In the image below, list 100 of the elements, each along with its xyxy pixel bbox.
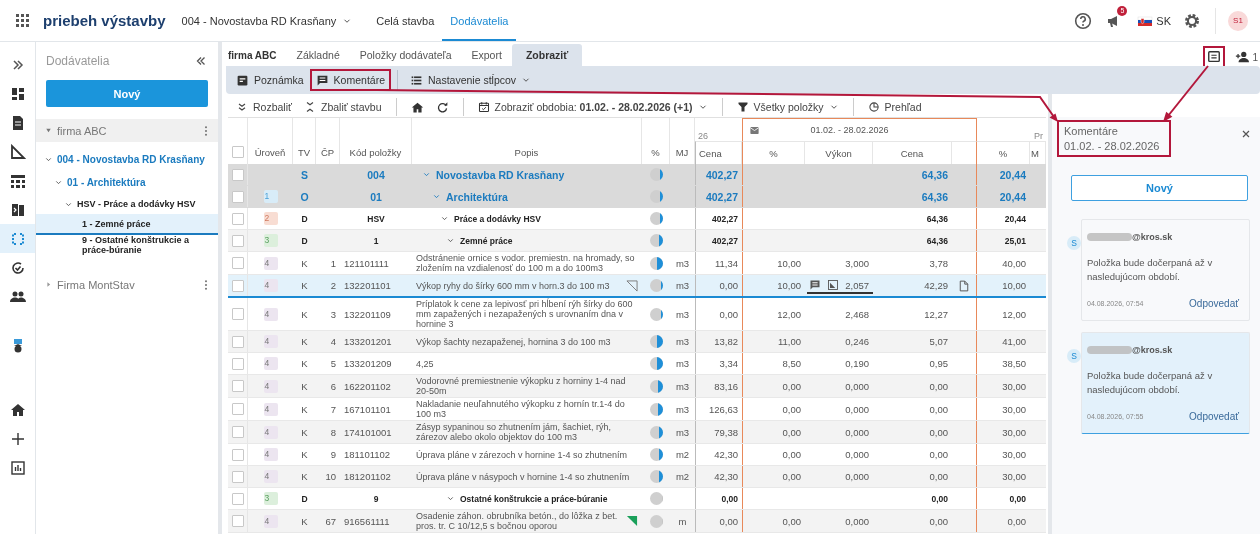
home-icon — [9, 401, 26, 418]
row-checkbox[interactable] — [231, 335, 244, 348]
tab[interactable]: Zobraziť — [511, 44, 583, 66]
tree-item[interactable]: 004 - Novostavba RD Krasňany — [36, 148, 218, 171]
ribbon-button[interactable]: Komentáre — [309, 69, 391, 91]
table-cell: 8,50 — [742, 353, 805, 374]
table-row[interactable]: 4 K 1 121101111 Odstránenie ornice s vodor. premiestn. na hromady, so zložením na vzdialenosť do 100 m a do 100m3 m3 11,34 10,00 3,000 3,78 40,00 — [228, 252, 1046, 275]
new-comment-button[interactable]: Nový — [1071, 175, 1248, 201]
row-checkbox[interactable] — [231, 380, 244, 392]
table-row[interactable]: 4 K 4 133201201 Výkop šachty nezapaženej, hornina 3 do 100 m3 m3 13,82 11,00 0,246 5,07 41,00 — [228, 331, 1046, 353]
table-cell-text: 67 — [324, 514, 337, 529]
table-row[interactable]: 3 D 9 Ostatné konštrukcie a práce-búranie 0,00 0,00 0,00 — [228, 488, 1046, 510]
supplier-name: firma ABC — [228, 49, 277, 61]
row-checkbox[interactable] — [231, 168, 244, 181]
table-row[interactable]: 4 K 3 132201109 Príplatok k cene za lepivosť pri hĺbení rýh šírky do 600 mm zapažených i nezapažených s urovnaním dna v hornine 3 m3 0,00 12,00 2,468 12,27 12,00 — [228, 298, 1046, 331]
tab[interactable]: Export — [461, 44, 512, 66]
table-cell-text: 3,78 — [928, 256, 949, 271]
table-row[interactable]: 4 K 67 916561111 Osadenie záhon. obrubníka betón., do lôžka z bet. pros. tr. C 10/12,5 s bočnou oporou m 0,00 0,00 0,000 0,00 0,00 — [228, 510, 1046, 533]
tree-item[interactable]: 1 - Zemné práce — [36, 214, 218, 235]
collapse-button[interactable]: Zbaliť stavbu — [299, 101, 386, 113]
row-checkbox[interactable] — [231, 357, 244, 370]
table-cell: 0,00 — [742, 444, 805, 465]
tree-item[interactable]: Firma MontStav — [36, 273, 218, 296]
expand-button[interactable]: Rozbaliť — [232, 101, 296, 113]
caret-right-icon — [44, 280, 53, 289]
project-selector[interactable]: 004 - Novostavba RD Krasňany — [181, 14, 353, 27]
tree-item[interactable]: firma ABC — [36, 119, 218, 142]
tree-item[interactable]: HSV - Práce a dodávky HSV — [36, 194, 218, 214]
table-cell-text: 121101111 — [343, 256, 390, 271]
table-row[interactable]: 4 K 5 133201209 4,25 m3 3,34 8,50 0,190 0,95 38,50 — [228, 353, 1046, 375]
nav-tab[interactable]: Celá stavba — [368, 0, 443, 41]
home-icon[interactable] — [410, 100, 424, 114]
select-all-checkbox[interactable] — [231, 146, 244, 158]
mail-icon — [749, 124, 760, 136]
row-checkbox[interactable] — [231, 279, 244, 292]
row-group-toggle[interactable]: Zemné práce — [416, 235, 638, 246]
ribbon-button[interactable]: Nastavenie stĺpcov — [404, 69, 538, 91]
collapse-icon[interactable] — [194, 54, 208, 68]
comment-icon[interactable] — [809, 279, 822, 291]
close-icon[interactable] — [1240, 128, 1252, 140]
tree-item[interactable]: 01 - Architektúra — [36, 171, 218, 194]
document-icon[interactable] — [958, 279, 970, 292]
tab[interactable]: Základné — [286, 44, 350, 66]
table-row[interactable]: 4 K 10 181201102 Úprava pláne v násypoch v hornine 1-4 so zhutnením m2 42,30 0,00 0,000 0,00 30,00 — [228, 466, 1046, 488]
nav-tab[interactable]: Dodávatelia — [442, 0, 517, 41]
row-checkbox[interactable] — [231, 403, 244, 415]
table-row[interactable]: 4 K 9 181101102 Úprava pláne v zárezoch v hornine 1-4 so zhutnením m2 42,30 0,00 0,000 0,00 30,00 — [228, 444, 1046, 466]
row-checkbox[interactable] — [231, 448, 244, 461]
table-row[interactable]: 3 D 1 Zemné práce 402,27 64,36 25,01 — [228, 230, 1046, 252]
row-checkbox[interactable] — [231, 308, 244, 320]
table-cell-text: 4 — [329, 335, 337, 349]
table-cell: 11,34 — [695, 252, 742, 274]
row-group-toggle[interactable]: Ostatné konštrukcie a práce-búranie — [416, 493, 638, 504]
table-cell-text: 64,36 — [920, 189, 949, 205]
row-checkbox[interactable] — [231, 470, 244, 483]
table-cell-text: 004 — [366, 167, 386, 183]
row-group-toggle[interactable]: Práce a dodávky HSV — [416, 213, 638, 224]
table-row[interactable]: 4 K 6 162201102 Vodorovné premiestnenie výkopku z horniny 1-4 nad 20-50m m3 83,16 0,00 0,000 0,00 30,00 — [228, 375, 1046, 398]
help-icon[interactable] — [1074, 11, 1093, 30]
filter-dropdown[interactable]: Všetky položky — [732, 101, 843, 113]
table-cell-text: K — [300, 425, 309, 440]
table-cell-text: 0,190 — [844, 357, 870, 371]
ribbon-button[interactable]: Poznámka — [230, 69, 310, 91]
table-cell-text: 64,36 — [925, 212, 949, 226]
tab[interactable]: Položky dodávateľa — [349, 44, 462, 66]
row-checkbox[interactable] — [231, 190, 244, 203]
row-checkbox[interactable] — [231, 426, 244, 438]
table-cell-text: K — [300, 402, 309, 417]
settings-icon[interactable] — [1183, 11, 1201, 30]
app-grid-icon[interactable] — [15, 12, 31, 29]
reply-link[interactable]: Odpovedať — [1189, 411, 1239, 422]
table-cell-text: 133201201 — [343, 335, 393, 349]
row-checkbox[interactable] — [231, 492, 244, 505]
table-cell: 0,00 — [695, 275, 742, 296]
table-cell-text: 0,00 — [1008, 492, 1027, 506]
column-group-header: 26 — [697, 130, 709, 141]
table-row[interactable]: 4 K 8 174101001 Zásyp sypaninou so zhutnením jám, šachiet, rýh, zárezov alebo okolo objektov do 100 m3 m3 79,38 0,00 0,000 0,00 30,00 — [228, 421, 1046, 444]
add-user-button[interactable]: 1 — [1235, 50, 1258, 64]
tree-item[interactable]: 9 - Ostatné konštrukcie a práce-búranie — [36, 235, 218, 255]
row-checkbox[interactable] — [231, 212, 244, 225]
table-cell-text: m3 — [674, 425, 691, 440]
row-checkbox[interactable] — [231, 515, 244, 527]
row-checkbox[interactable] — [231, 234, 244, 247]
period-selector[interactable]: Zobraziť obdobia: 01.02. - 28.02.2026 (+1) — [473, 101, 712, 113]
refresh-icon[interactable] — [435, 100, 449, 114]
caret-down-icon — [44, 126, 53, 135]
table-cell-text: 0,95 — [928, 357, 949, 371]
table-row[interactable]: 2 D HSV Práce a dodávky HSV 402,27 64,36 20,44 — [228, 208, 1046, 230]
user-avatar[interactable]: S1 — [1228, 10, 1248, 31]
table-cell-text: 20,44 — [1003, 212, 1027, 226]
table-cell-text: 1 — [329, 256, 337, 271]
overview-button[interactable]: Prehľad — [863, 101, 926, 113]
chart-icon[interactable] — [827, 279, 840, 291]
level-badge: 4 — [263, 402, 278, 416]
table-cell-text: S — [300, 167, 309, 183]
reply-link[interactable]: Odpovedať — [1189, 298, 1239, 309]
table-row[interactable]: 4 K 7 167101101 Nakladanie neuľahnutého výkopku z hornín tr.1-4 do 100 m3 m3 126,63 0,00 0,000 0,00 30,00 — [228, 398, 1046, 421]
language-selector[interactable]: SK — [1137, 12, 1171, 29]
table-row[interactable]: 4 K 2 132201101 Výkop ryhy do šírky 600 mm v horn.3 do 100 m3 m3 0,00 10,00 2,057 42,29 10,00 — [228, 275, 1046, 298]
row-checkbox[interactable] — [231, 257, 244, 269]
